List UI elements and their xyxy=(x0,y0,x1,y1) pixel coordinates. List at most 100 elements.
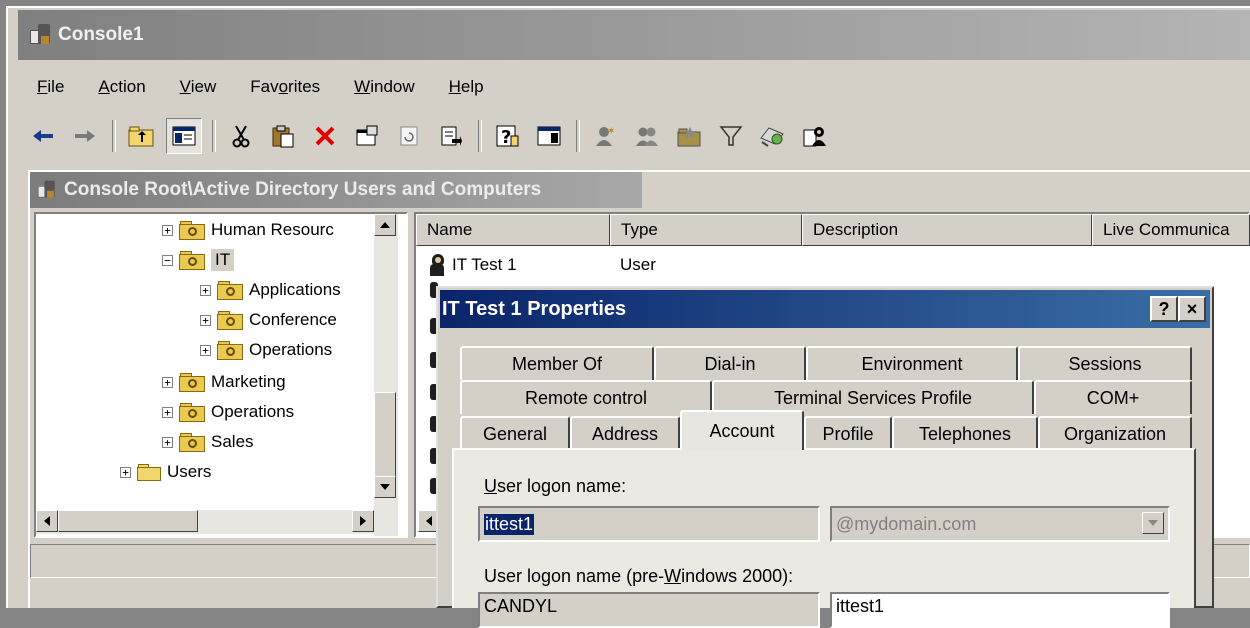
upn-suffix-value: @mydomain.com xyxy=(836,513,977,534)
dialog-help-button[interactable]: ? xyxy=(1150,296,1178,322)
up-folder-icon[interactable] xyxy=(124,119,158,153)
folder-icon xyxy=(137,463,161,481)
tab-com-plus[interactable]: COM+ xyxy=(1034,380,1192,414)
mmc-app-icon xyxy=(37,180,57,200)
column-header-live-communications[interactable]: Live Communica xyxy=(1092,214,1250,246)
scroll-left-button[interactable] xyxy=(36,510,58,532)
expand-icon[interactable]: + xyxy=(120,466,131,478)
tree-horizontal-scrollbar[interactable] xyxy=(36,510,374,534)
collapse-icon[interactable]: − xyxy=(162,254,173,266)
find-icon[interactable] xyxy=(756,119,790,153)
tree-item[interactable]: + Applications xyxy=(200,277,341,303)
logon-name-value: ittest1 xyxy=(484,513,535,535)
new-user-icon[interactable]: ✶ xyxy=(588,119,622,153)
tab-terminal-services-profile[interactable]: Terminal Services Profile xyxy=(712,380,1034,414)
add-to-group-icon[interactable] xyxy=(798,119,832,153)
toolbar: ? ✶ xyxy=(18,112,1250,160)
menu-view[interactable]: View xyxy=(161,77,232,97)
tree-vertical-scrollbar[interactable] xyxy=(374,214,398,536)
tab-general[interactable]: General xyxy=(460,416,570,450)
tab-telephones[interactable]: Telephones xyxy=(892,416,1038,450)
expand-icon[interactable]: + xyxy=(162,376,173,388)
paste-icon[interactable] xyxy=(266,119,300,153)
toolbar-separator xyxy=(112,120,116,152)
menu-help[interactable]: Help xyxy=(430,77,499,97)
table-row[interactable]: IT Test 1 User xyxy=(428,252,656,278)
expand-icon[interactable]: + xyxy=(162,224,173,236)
window-title: Console1 xyxy=(58,24,144,45)
row-name: IT Test 1 xyxy=(452,255,517,274)
tab-organization[interactable]: Organization xyxy=(1038,416,1192,450)
tree-item-label: Applications xyxy=(249,280,341,299)
new-group-icon[interactable] xyxy=(630,119,664,153)
show-hide-tree-icon[interactable] xyxy=(166,118,202,154)
tab-account[interactable]: Account xyxy=(680,410,804,450)
scroll-down-button[interactable] xyxy=(374,476,396,498)
svg-text:✶: ✶ xyxy=(607,126,615,137)
scroll-up-button[interactable] xyxy=(374,214,396,236)
dialog-close-button[interactable]: × xyxy=(1178,296,1206,322)
delete-icon[interactable] xyxy=(308,119,342,153)
properties-icon[interactable] xyxy=(350,119,384,153)
pre2000-domain-value: CANDYL xyxy=(484,596,558,616)
scroll-thumb[interactable] xyxy=(58,510,198,532)
organizational-unit-icon xyxy=(217,340,243,360)
tab-remote-control[interactable]: Remote control xyxy=(460,380,712,414)
tree-item[interactable]: + Sales xyxy=(162,429,254,455)
pre2000-domain-field: CANDYL xyxy=(478,592,820,628)
row-type: User xyxy=(620,255,656,274)
organizational-unit-icon xyxy=(217,310,243,330)
tree-item[interactable]: + Operations xyxy=(200,337,332,363)
new-ou-icon[interactable] xyxy=(672,119,706,153)
tree-item-label: Operations xyxy=(211,402,295,421)
filter-icon[interactable] xyxy=(714,119,748,153)
tab-sessions[interactable]: Sessions xyxy=(1018,346,1192,380)
refresh-icon[interactable] xyxy=(392,119,426,153)
logon-name-input[interactable]: ittest1 xyxy=(478,506,820,542)
scroll-thumb[interactable] xyxy=(374,392,396,482)
child-title-bar: Console Root\Active Directory Users and … xyxy=(30,172,642,208)
menu-favorites[interactable]: Favorites xyxy=(231,77,335,97)
tree-item[interactable]: − IT xyxy=(162,247,235,273)
tree-item[interactable]: + Human Resourc xyxy=(162,217,334,243)
tree-item-label: Sales xyxy=(211,432,254,451)
chevron-down-icon[interactable] xyxy=(1142,512,1164,534)
tree-item[interactable]: + Users xyxy=(120,459,211,485)
tree-item-label: Users xyxy=(167,462,212,481)
expand-icon[interactable]: + xyxy=(200,314,211,326)
help-icon[interactable]: ? xyxy=(490,119,524,153)
upn-suffix-select[interactable]: @mydomain.com xyxy=(830,506,1170,542)
menu-window[interactable]: Window xyxy=(335,77,429,97)
scroll-right-button[interactable] xyxy=(352,510,374,532)
tree-item-label: Human Resourc xyxy=(211,220,334,239)
menu-file[interactable]: File xyxy=(18,77,79,97)
back-arrow-icon[interactable] xyxy=(26,119,60,153)
expand-icon[interactable]: + xyxy=(162,436,173,448)
organizational-unit-icon xyxy=(179,372,205,392)
dialog-title-bar: IT Test 1 Properties xyxy=(440,290,1210,328)
tree-item[interactable]: + Operations xyxy=(162,399,294,425)
tab-member-of[interactable]: Member Of xyxy=(460,346,654,380)
expand-icon[interactable]: + xyxy=(200,284,211,296)
user-icon xyxy=(428,254,448,276)
tab-environment[interactable]: Environment xyxy=(806,346,1018,380)
forward-arrow-icon[interactable] xyxy=(68,119,102,153)
expand-icon[interactable]: + xyxy=(200,344,211,356)
tree-item[interactable]: + Marketing xyxy=(162,369,286,395)
tab-dial-in[interactable]: Dial-in xyxy=(654,346,806,380)
export-list-icon[interactable] xyxy=(434,119,468,153)
column-header-type[interactable]: Type xyxy=(610,214,802,246)
cut-icon[interactable] xyxy=(224,119,258,153)
menu-bar: File Action View Favorites Window Help xyxy=(18,70,499,104)
tab-address[interactable]: Address xyxy=(570,416,680,450)
tab-profile[interactable]: Profile xyxy=(804,416,892,450)
toolbar-separator xyxy=(478,120,482,152)
organizational-unit-icon xyxy=(217,280,243,300)
tree-item[interactable]: + Conference xyxy=(200,307,337,333)
column-header-description[interactable]: Description xyxy=(802,214,1092,246)
pre2000-logon-input[interactable]: ittest1 xyxy=(830,592,1170,628)
expand-icon[interactable]: + xyxy=(162,406,173,418)
menu-action[interactable]: Action xyxy=(79,77,160,97)
action-pane-icon[interactable] xyxy=(532,119,566,153)
column-header-name[interactable]: Name xyxy=(416,214,610,246)
